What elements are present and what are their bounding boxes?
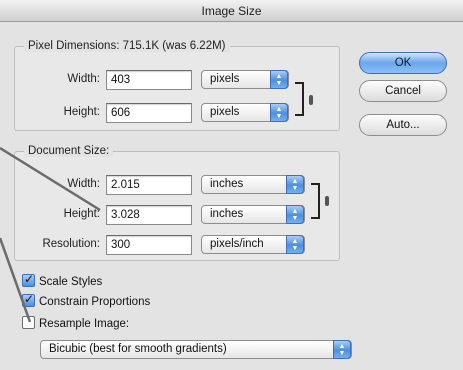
pointer-line-to-height: [0, 146, 101, 212]
pointer-line-to-resample: [0, 237, 32, 323]
annotation-pointers: [0, 146, 101, 323]
